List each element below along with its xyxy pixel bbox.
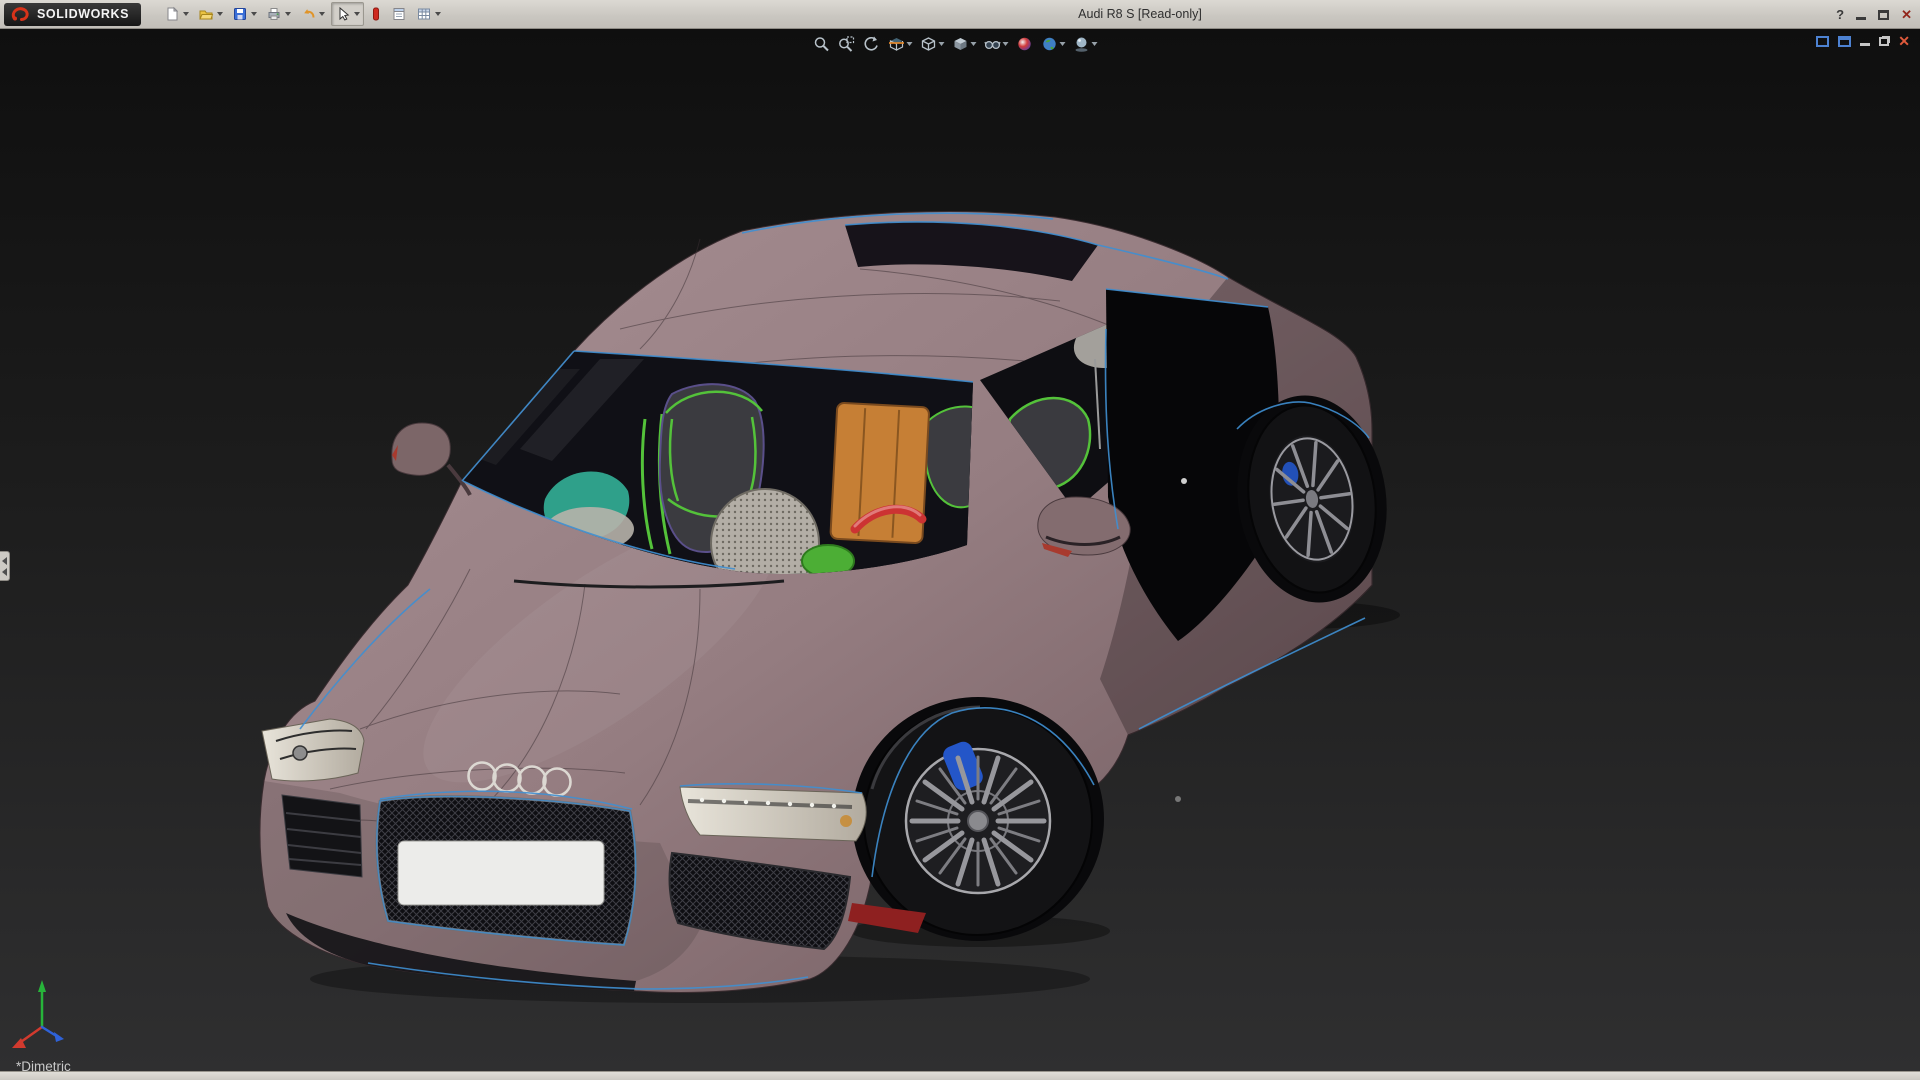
save-icon [232, 6, 248, 22]
dropdown-caret [1092, 42, 1098, 46]
window-restore-blue-icon[interactable] [1838, 36, 1851, 47]
edit-appearance-icon [1016, 35, 1034, 53]
chevron-left-icon [2, 568, 7, 576]
license-plate [398, 841, 604, 905]
drawing-sheet-button[interactable] [388, 2, 410, 26]
display-style-button[interactable] [950, 33, 979, 55]
window-controls: ? ✕ [1836, 0, 1912, 29]
open-button[interactable] [195, 2, 226, 26]
view-orientation-icon [920, 35, 938, 53]
save-button[interactable] [229, 2, 260, 26]
design-table-button[interactable] [413, 2, 444, 26]
appearance-swatch-button[interactable] [367, 2, 385, 26]
new-document-icon [164, 6, 180, 22]
solidworks-logo: SOLIDWORKS [4, 3, 141, 26]
doc-restore-button[interactable] [1879, 37, 1889, 46]
dropdown-caret [1003, 42, 1009, 46]
section-view-button[interactable] [886, 33, 915, 55]
previous-view-icon [863, 35, 881, 53]
undo-icon [300, 6, 316, 22]
standard-toolbar [161, 2, 444, 26]
dropdown-caret [183, 12, 189, 16]
feature-panel-expand-tab[interactable] [0, 551, 10, 581]
headlight-left[interactable] [262, 719, 364, 781]
view-settings-icon [1073, 35, 1091, 53]
dassault-3ds-icon [10, 5, 32, 23]
dropdown-caret [319, 12, 325, 16]
open-folder-icon [198, 6, 214, 22]
document-window-controls: ✕ [1816, 34, 1910, 48]
dropdown-caret [435, 12, 441, 16]
select-cursor-icon [335, 6, 351, 22]
dropdown-caret [354, 12, 360, 16]
minimize-button[interactable] [1856, 17, 1866, 20]
dropdown-caret [1060, 42, 1066, 46]
vertex-point [1175, 796, 1181, 802]
undo-button[interactable] [297, 2, 328, 26]
model-canvas[interactable] [0, 29, 1920, 1071]
headsup-view-toolbar [811, 33, 1100, 55]
doc-minimize-button[interactable] [1860, 43, 1870, 46]
title-bar: SOLIDWORKS [0, 0, 1920, 29]
brand-label: SOLIDWORKS [37, 7, 129, 21]
chevron-left-icon [2, 557, 7, 565]
select-button[interactable] [331, 2, 364, 26]
front-grille[interactable] [377, 796, 636, 945]
drawing-sheet-icon [391, 6, 407, 22]
previous-view-button[interactable] [861, 33, 883, 55]
status-bar [0, 1071, 1920, 1080]
display-style-icon [952, 35, 970, 53]
appearance-swatch-icon [370, 6, 382, 22]
view-orientation-button[interactable] [918, 33, 947, 55]
edit-appearance-button[interactable] [1014, 33, 1036, 55]
dropdown-caret [907, 42, 913, 46]
hide-show-items-button[interactable] [982, 33, 1011, 55]
close-button[interactable]: ✕ [1901, 8, 1912, 21]
intake-left[interactable] [282, 795, 362, 877]
new-document-button[interactable] [161, 2, 192, 26]
window-cascade-icon[interactable] [1816, 36, 1829, 47]
view-settings-button[interactable] [1071, 33, 1100, 55]
help-button[interactable]: ? [1836, 8, 1844, 21]
section-view-icon [888, 35, 906, 53]
design-table-icon [416, 6, 432, 22]
doc-close-button[interactable]: ✕ [1898, 34, 1910, 48]
front-wheel[interactable] [852, 697, 1104, 941]
maximize-button[interactable] [1878, 10, 1889, 20]
door-handle-point [1181, 478, 1187, 484]
zoom-to-fit-button[interactable] [811, 33, 833, 55]
view-orientation-label: *Dimetric [16, 1059, 71, 1074]
window-title: Audi R8 S [Read-only] [1078, 7, 1202, 21]
print-icon [266, 6, 282, 22]
zoom-to-area-button[interactable] [836, 33, 858, 55]
dropdown-caret [217, 12, 223, 16]
dropdown-caret [939, 42, 945, 46]
apply-scene-icon [1041, 35, 1059, 53]
print-button[interactable] [263, 2, 294, 26]
dropdown-caret [971, 42, 977, 46]
dash-block [830, 403, 929, 544]
headlight-right[interactable] [680, 787, 866, 841]
dropdown-caret [251, 12, 257, 16]
zoom-to-area-icon [838, 35, 856, 53]
zoom-to-fit-icon [813, 35, 831, 53]
graphics-viewport[interactable]: ✕ *Dimetric [0, 29, 1920, 1071]
apply-scene-button[interactable] [1039, 33, 1068, 55]
hide-show-items-icon [984, 35, 1002, 53]
dropdown-caret [285, 12, 291, 16]
